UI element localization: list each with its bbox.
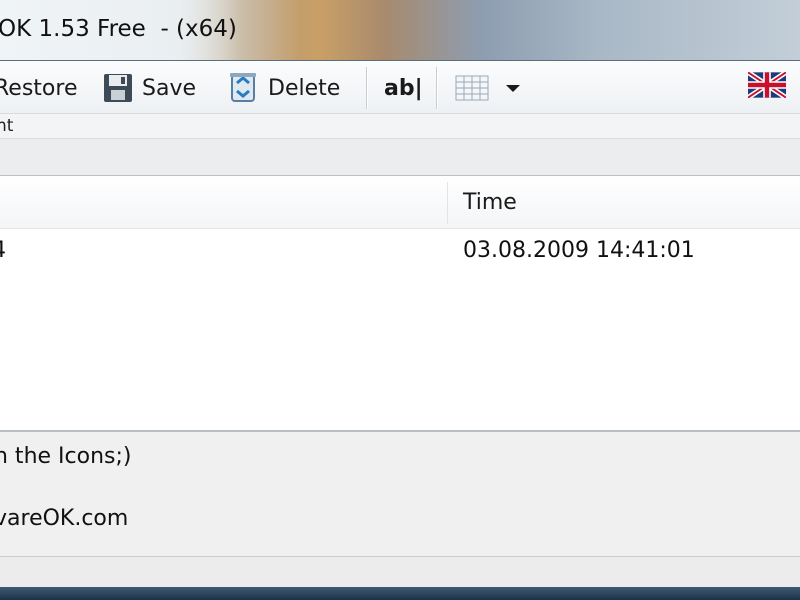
text-tool-button[interactable]: ab| [384,70,423,106]
column-divider[interactable] [447,182,448,224]
table-row[interactable]: 4 03.08.2009 14:41:01 [0,234,800,268]
toolbar: Restore Save Delete ab| [0,61,800,114]
taskbar [0,587,800,600]
text-tool-label: ab| [384,75,423,101]
restore-button[interactable]: Restore [0,70,77,106]
toolbar-separator [436,67,438,109]
floppy-disk-icon [104,74,132,102]
status-bar [0,557,800,587]
window-title: OK 1.53 Free - (x64) [0,16,237,42]
tab-label[interactable]: nt [0,116,13,136]
restore-label: Restore [0,75,78,101]
save-label: Save [142,75,197,101]
column-header-time[interactable]: Time [463,190,517,215]
save-button[interactable]: Save [102,70,196,106]
backup-list: Time 4 03.08.2009 14:41:01 [0,176,800,432]
tab-strip: nt [0,114,800,139]
cell-name: 4 [0,238,6,263]
recycle-icon [230,73,256,102]
grid-view-icon [455,75,489,101]
uk-flag-icon[interactable] [748,72,786,98]
view-menu-button[interactable] [455,70,523,106]
delete-label: Delete [268,75,341,101]
info-line-1: h the Icons;) [0,444,132,469]
filter-strip [0,139,800,176]
info-panel: h the Icons;) vareOK.com [0,432,800,557]
delete-button[interactable]: Delete [226,70,340,106]
cell-time: 03.08.2009 14:41:01 [463,238,695,263]
website-link[interactable]: vareOK.com [0,506,128,531]
title-bar: OK 1.53 Free - (x64) [0,0,800,61]
list-header: Time [0,176,800,229]
chevron-down-icon [506,85,520,92]
toolbar-separator [366,67,368,109]
